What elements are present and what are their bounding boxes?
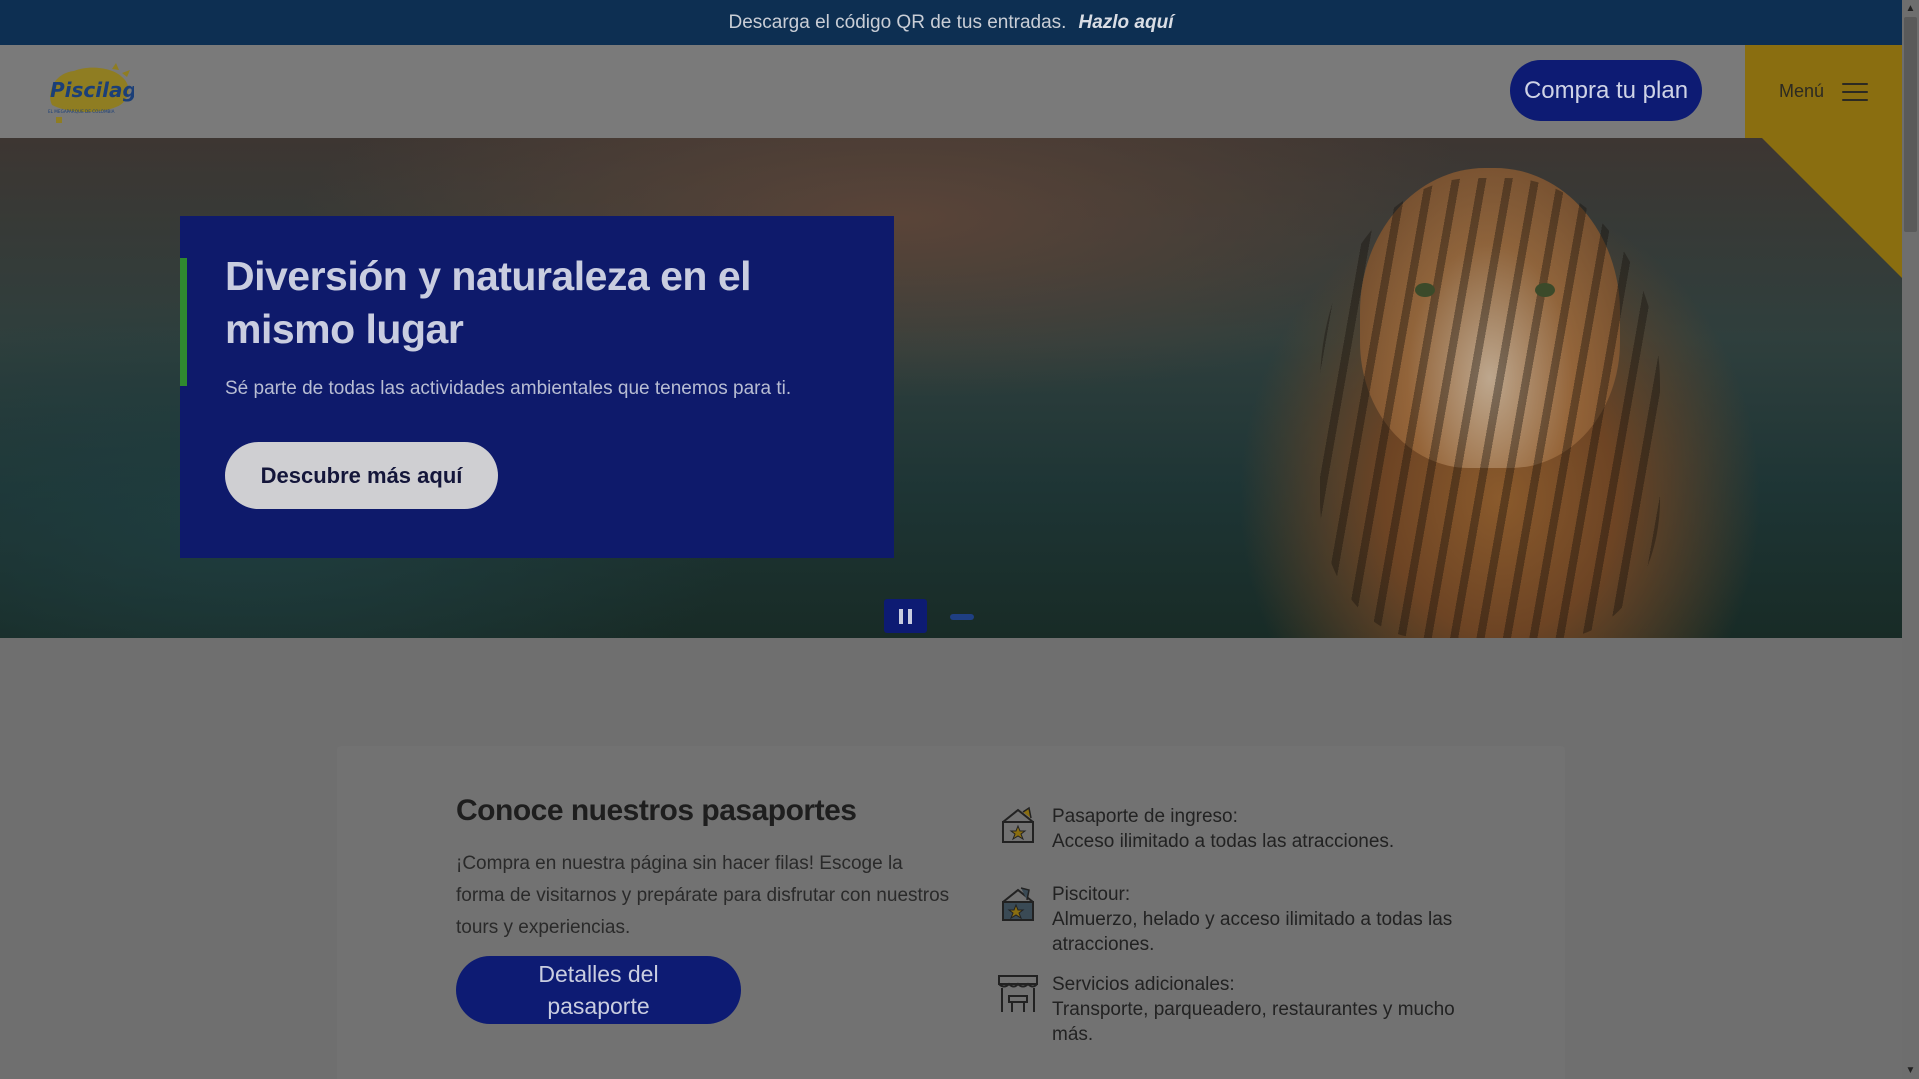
hamburger-icon xyxy=(1842,82,1869,101)
tiger-stripes-decoration xyxy=(1320,178,1660,638)
tiger-eye xyxy=(1535,283,1555,297)
scroll-up-arrow-icon[interactable]: ▲ xyxy=(1902,0,1919,17)
ticket-star-icon xyxy=(1002,887,1034,921)
section-title: Conoce nuestros pasaportes xyxy=(456,794,857,827)
passport-details-button[interactable]: Detalles del pasaporte xyxy=(456,956,741,1024)
buy-plan-button[interactable]: Compra tu plan xyxy=(1510,60,1702,121)
announcement-link[interactable]: Hazlo aquí xyxy=(1078,12,1173,34)
announcement-bar: Descarga el código QR de tus entradas. H… xyxy=(0,0,1902,45)
scroll-thumb[interactable] xyxy=(1904,17,1917,232)
discover-more-button[interactable]: Descubre más aquí xyxy=(225,442,498,509)
feature-description: Acceso ilimitado a todas las atracciones… xyxy=(1052,831,1395,852)
feature-title: Pasaporte de ingreso: xyxy=(1052,806,1238,827)
corner-decoration xyxy=(1762,138,1902,278)
site-header: Piscilago EL MEGAPARQUE DE COLOMBIA Comp… xyxy=(0,45,1902,138)
menu-button[interactable]: Menú xyxy=(1745,45,1902,138)
section-description: ¡Compra en nuestra página sin hacer fila… xyxy=(456,853,950,938)
hero-card: Diversión y naturaleza en el mismo lugar… xyxy=(180,216,894,558)
hero-subtitle: Sé parte de todas las actividades ambien… xyxy=(225,378,792,399)
tiger-eye xyxy=(1415,283,1435,297)
hero-banner: Diversión y naturaleza en el mismo lugar… xyxy=(0,138,1902,638)
announcement-text: Descarga el código QR de tus entradas. xyxy=(728,11,1067,33)
pause-button[interactable] xyxy=(884,599,927,633)
accent-bar xyxy=(180,258,187,386)
carousel-dot[interactable] xyxy=(950,614,974,620)
scroll-down-arrow-icon[interactable]: ▼ xyxy=(1902,1062,1919,1079)
logo-text: Piscilago xyxy=(50,78,134,102)
page-scrollbar[interactable]: ▲ ▼ xyxy=(1902,0,1919,1079)
feature-description: Almuerzo, helado y acceso ilimitado a to… xyxy=(1052,909,1453,955)
feature-title: Piscitour: xyxy=(1052,884,1131,905)
feature-title: Servicios adicionales: xyxy=(1052,974,1235,995)
pause-icon-bar xyxy=(908,608,912,624)
hero-title: Diversión y naturaleza en el mismo lugar xyxy=(225,253,752,352)
feature-description: Transporte, parqueadero, restaurantes y … xyxy=(1052,999,1455,1045)
menu-label: Menú xyxy=(1778,81,1825,101)
store-icon xyxy=(998,975,1038,1012)
logo-tagline: EL MEGAPARQUE DE COLOMBIA xyxy=(48,109,115,114)
piscilago-logo[interactable]: Piscilago EL MEGAPARQUE DE COLOMBIA xyxy=(42,63,134,123)
pause-icon-bar xyxy=(899,608,903,624)
ticket-icon xyxy=(1002,806,1034,843)
passports-section: Conoce nuestros pasaportes ¡Compra en nu… xyxy=(337,746,1565,1079)
